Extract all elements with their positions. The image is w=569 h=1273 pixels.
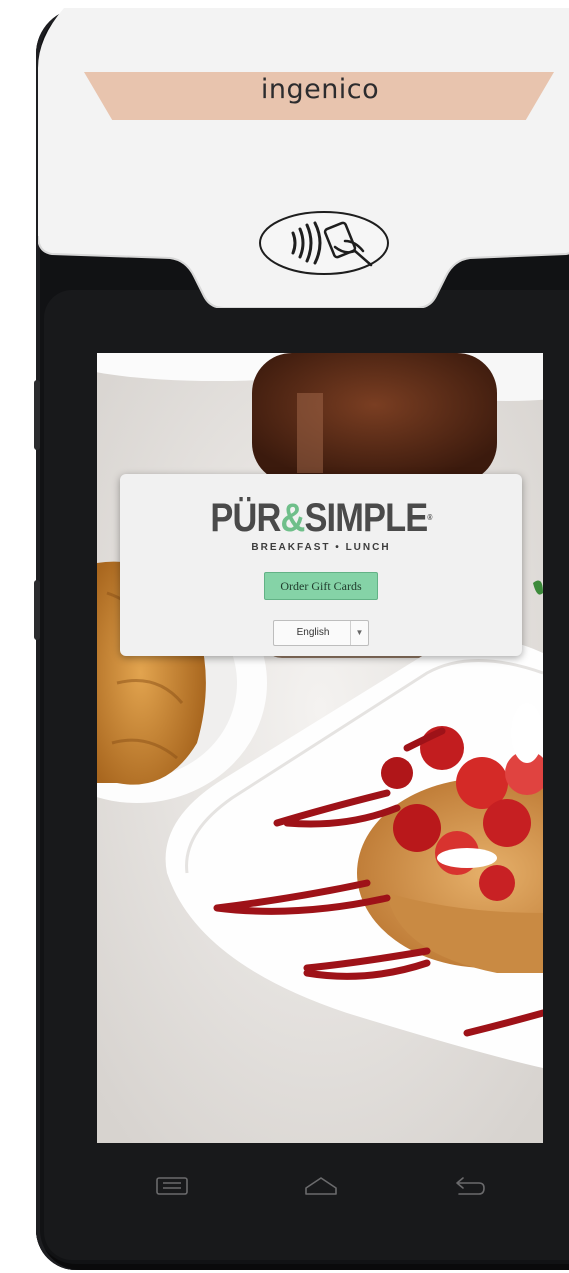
logo-ampersand: &: [280, 496, 305, 540]
language-select[interactable]: English ▼: [273, 620, 369, 646]
screen: [97, 353, 543, 1143]
navigation-bar: [97, 1150, 543, 1220]
home-icon[interactable]: [303, 1175, 339, 1197]
logo-text-pur: PÜR: [210, 496, 281, 540]
logo-text-simple: SIMPLE: [304, 496, 428, 540]
logo-tagline: BREAKFAST • LUNCH: [251, 542, 391, 553]
recent-apps-icon[interactable]: [155, 1175, 189, 1197]
side-button: [34, 580, 40, 640]
gift-card-dialog: PÜR&SIMPLE® BREAKFAST • LUNCH Order Gift…: [120, 474, 522, 656]
language-select-value: English: [296, 627, 330, 638]
order-gift-cards-button[interactable]: Order Gift Cards: [264, 572, 378, 600]
pur-simple-logo: PÜR&SIMPLE®: [148, 496, 494, 540]
chevron-down-icon: ▼: [350, 621, 368, 645]
contactless-payment-icon: [259, 211, 389, 275]
side-button: [34, 380, 40, 450]
food-background-image: [97, 353, 543, 1143]
logo-registered-mark: ®: [427, 513, 432, 522]
brand-logo: ingenico: [260, 74, 380, 105]
back-icon[interactable]: [453, 1175, 487, 1197]
